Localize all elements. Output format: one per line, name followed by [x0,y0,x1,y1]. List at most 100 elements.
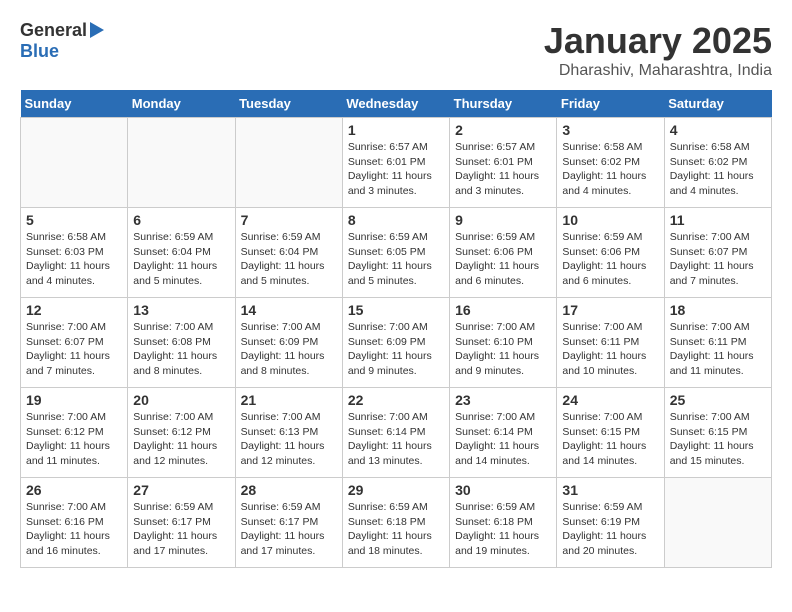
day-cell-17: 17 Sunrise: 7:00 AM Sunset: 6:11 PM Dayli… [557,298,664,388]
day-info: Sunrise: 7:00 AM Sunset: 6:07 PM Dayligh… [670,230,766,289]
week-row-1: 1 Sunrise: 6:57 AM Sunset: 6:01 PM Daylig… [21,118,772,208]
day-number: 29 [348,482,444,498]
day-number: 13 [133,302,229,318]
calendar-subtitle: Dharashiv, Maharashtra, India [544,62,772,80]
day-cell-29: 29 Sunrise: 6:59 AM Sunset: 6:18 PM Dayli… [342,478,449,568]
day-header-friday: Friday [557,90,664,118]
day-number: 9 [455,212,551,228]
day-cell-23: 23 Sunrise: 7:00 AM Sunset: 6:14 PM Dayli… [450,388,557,478]
day-number: 27 [133,482,229,498]
day-info: Sunrise: 7:00 AM Sunset: 6:09 PM Dayligh… [241,320,337,379]
day-number: 15 [348,302,444,318]
day-info: Sunrise: 7:00 AM Sunset: 6:08 PM Dayligh… [133,320,229,379]
day-cell-27: 27 Sunrise: 6:59 AM Sunset: 6:17 PM Dayli… [128,478,235,568]
day-cell-4: 4Sunrise: 6:58 AM Sunset: 6:02 PM Daylig… [664,118,771,208]
day-info: Sunrise: 6:59 AM Sunset: 6:06 PM Dayligh… [455,230,551,289]
day-cell-19: 19Sunrise: 7:00 AM Sunset: 6:12 PM Dayli… [21,388,128,478]
day-header-sunday: Sunday [21,90,128,118]
day-info: Sunrise: 6:59 AM Sunset: 6:19 PM Dayligh… [562,500,658,559]
logo-blue: Blue [20,41,59,62]
day-info: Sunrise: 7:00 AM Sunset: 6:14 PM Dayligh… [348,410,444,469]
day-number: 25 [670,392,766,408]
calendar-table: SundayMondayTuesdayWednesdayThursdayFrid… [20,90,772,568]
day-info: Sunrise: 7:00 AM Sunset: 6:12 PM Dayligh… [26,410,122,469]
day-cell-21: 21Sunrise: 7:00 AM Sunset: 6:13 PM Dayli… [235,388,342,478]
day-header-tuesday: Tuesday [235,90,342,118]
day-header-monday: Monday [128,90,235,118]
day-info: Sunrise: 6:59 AM Sunset: 6:06 PM Dayligh… [562,230,658,289]
day-number: 3 [562,122,658,138]
day-info: Sunrise: 7:00 AM Sunset: 6:11 PM Dayligh… [670,320,766,379]
day-header-saturday: Saturday [664,90,771,118]
day-number: 1 [348,122,444,138]
day-cell-31: 31 Sunrise: 6:59 AM Sunset: 6:19 PM Dayli… [557,478,664,568]
day-cell-9: 9 Sunrise: 6:59 AM Sunset: 6:06 PM Daylig… [450,208,557,298]
day-info: Sunrise: 6:59 AM Sunset: 6:17 PM Dayligh… [133,500,229,559]
day-number: 14 [241,302,337,318]
day-number: 12 [26,302,122,318]
day-info: Sunrise: 6:59 AM Sunset: 6:04 PM Dayligh… [241,230,337,289]
day-info: Sunrise: 7:00 AM Sunset: 6:15 PM Dayligh… [670,410,766,469]
day-info: Sunrise: 6:59 AM Sunset: 6:18 PM Dayligh… [348,500,444,559]
day-number: 17 [562,302,658,318]
day-cell-13: 13 Sunrise: 7:00 AM Sunset: 6:08 PM Dayli… [128,298,235,388]
day-header-wednesday: Wednesday [342,90,449,118]
day-cell-11: 11 Sunrise: 7:00 AM Sunset: 6:07 PM Dayli… [664,208,771,298]
day-number: 23 [455,392,551,408]
day-header-thursday: Thursday [450,90,557,118]
empty-cell [128,118,235,208]
day-cell-15: 15 Sunrise: 7:00 AM Sunset: 6:09 PM Dayli… [342,298,449,388]
day-number: 28 [241,482,337,498]
day-cell-20: 20Sunrise: 7:00 AM Sunset: 6:12 PM Dayli… [128,388,235,478]
day-number: 7 [241,212,337,228]
day-info: Sunrise: 7:00 AM Sunset: 6:15 PM Dayligh… [562,410,658,469]
title-section: January 2025 Dharashiv, Maharashtra, Ind… [544,20,772,80]
calendar-title: January 2025 [544,20,772,62]
day-cell-7: 7 Sunrise: 6:59 AM Sunset: 6:04 PM Daylig… [235,208,342,298]
day-info: Sunrise: 6:58 AM Sunset: 6:03 PM Dayligh… [26,230,122,289]
day-cell-3: 3 Sunrise: 6:58 AM Sunset: 6:02 PM Daylig… [557,118,664,208]
day-info: Sunrise: 6:59 AM Sunset: 6:04 PM Dayligh… [133,230,229,289]
day-cell-26: 26 Sunrise: 7:00 AM Sunset: 6:16 PM Dayli… [21,478,128,568]
day-number: 2 [455,122,551,138]
day-number: 30 [455,482,551,498]
day-number: 11 [670,212,766,228]
day-number: 24 [562,392,658,408]
empty-cell [664,478,771,568]
day-cell-14: 14 Sunrise: 7:00 AM Sunset: 6:09 PM Dayli… [235,298,342,388]
day-cell-6: 6 Sunrise: 6:59 AM Sunset: 6:04 PM Daylig… [128,208,235,298]
day-info: Sunrise: 7:00 AM Sunset: 6:10 PM Dayligh… [455,320,551,379]
day-cell-18: 18 Sunrise: 7:00 AM Sunset: 6:11 PM Dayli… [664,298,771,388]
day-cell-8: 8Sunrise: 6:59 AM Sunset: 6:05 PM Daylig… [342,208,449,298]
day-info: Sunrise: 6:59 AM Sunset: 6:05 PM Dayligh… [348,230,444,289]
day-cell-25: 25 Sunrise: 7:00 AM Sunset: 6:15 PM Dayli… [664,388,771,478]
day-info: Sunrise: 7:00 AM Sunset: 6:11 PM Dayligh… [562,320,658,379]
day-info: Sunrise: 7:00 AM Sunset: 6:14 PM Dayligh… [455,410,551,469]
day-cell-16: 16Sunrise: 7:00 AM Sunset: 6:10 PM Dayli… [450,298,557,388]
day-cell-28: 28 Sunrise: 6:59 AM Sunset: 6:17 PM Dayli… [235,478,342,568]
day-cell-12: 12Sunrise: 7:00 AM Sunset: 6:07 PM Dayli… [21,298,128,388]
day-info: Sunrise: 7:00 AM Sunset: 6:16 PM Dayligh… [26,500,122,559]
day-number: 4 [670,122,766,138]
day-info: Sunrise: 7:00 AM Sunset: 6:13 PM Dayligh… [241,410,337,469]
empty-cell [21,118,128,208]
day-number: 26 [26,482,122,498]
day-info: Sunrise: 6:58 AM Sunset: 6:02 PM Dayligh… [562,140,658,199]
day-number: 22 [348,392,444,408]
day-info: Sunrise: 6:59 AM Sunset: 6:17 PM Dayligh… [241,500,337,559]
day-cell-5: 5Sunrise: 6:58 AM Sunset: 6:03 PM Daylig… [21,208,128,298]
week-row-2: 5Sunrise: 6:58 AM Sunset: 6:03 PM Daylig… [21,208,772,298]
logo: General Blue [20,20,104,62]
day-number: 31 [562,482,658,498]
logo-triangle-icon [90,22,104,38]
day-cell-22: 22 Sunrise: 7:00 AM Sunset: 6:14 PM Dayli… [342,388,449,478]
empty-cell [235,118,342,208]
day-number: 6 [133,212,229,228]
day-info: Sunrise: 7:00 AM Sunset: 6:09 PM Dayligh… [348,320,444,379]
week-row-5: 26 Sunrise: 7:00 AM Sunset: 6:16 PM Dayli… [21,478,772,568]
day-info: Sunrise: 7:00 AM Sunset: 6:12 PM Dayligh… [133,410,229,469]
day-info: Sunrise: 6:57 AM Sunset: 6:01 PM Dayligh… [455,140,551,199]
day-cell-1: 1Sunrise: 6:57 AM Sunset: 6:01 PM Daylig… [342,118,449,208]
day-number: 18 [670,302,766,318]
days-header-row: SundayMondayTuesdayWednesdayThursdayFrid… [21,90,772,118]
